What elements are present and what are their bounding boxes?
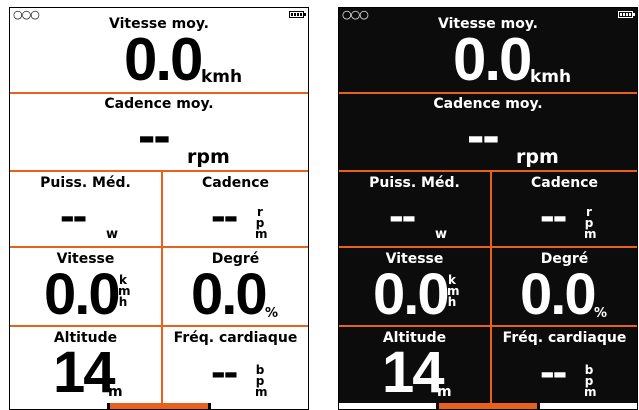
- altitude-unit: m: [437, 384, 452, 400]
- grade-unit: %: [265, 306, 279, 321]
- device-screen-light: ○○○ Vitesse moy. 0.0 kmh Cadence moy. --…: [9, 7, 309, 410]
- avg-cadence-unit: rpm: [516, 146, 559, 168]
- divider: [161, 170, 163, 404]
- avg-cadence-value: --: [138, 107, 171, 165]
- page-indicator-segment[interactable]: [210, 403, 308, 409]
- divider: [10, 246, 308, 248]
- divider: [339, 92, 637, 94]
- cadence-label: Cadence: [531, 175, 598, 191]
- avg-cadence-unit: rpm: [187, 146, 230, 168]
- altitude-value: 14: [382, 340, 444, 405]
- divider: [339, 325, 637, 327]
- page-indicator: [10, 403, 308, 409]
- cadence-unit: rpm: [255, 205, 268, 241]
- avg-power-unit: w: [435, 227, 448, 242]
- page-indicator-segment-active[interactable]: [110, 403, 208, 409]
- avg-speed-value: 0.0: [124, 26, 203, 93]
- heart-rate-value: --: [211, 347, 238, 396]
- cadence-value: --: [211, 191, 238, 240]
- divider: [339, 170, 637, 172]
- device-screen-dark: ○○○ Vitesse moy. 0.0 kmh Cadence moy. --…: [338, 7, 638, 410]
- heart-rate-value: --: [540, 347, 567, 396]
- avg-power-label: Puiss. Méd.: [369, 175, 460, 191]
- speed-value: 0.0: [373, 262, 450, 327]
- avg-speed-value: 0.0: [453, 26, 532, 93]
- avg-power-unit: w: [106, 227, 119, 242]
- divider: [10, 92, 308, 94]
- avg-cadence-value: --: [467, 107, 500, 165]
- page-indicator-segment[interactable]: [339, 403, 437, 409]
- speed-unit: kmh: [447, 273, 460, 309]
- speed-value: 0.0: [44, 262, 121, 327]
- cadence-unit: rpm: [584, 205, 597, 241]
- avg-power-value: --: [60, 191, 87, 240]
- avg-power-label: Puiss. Méd.: [40, 175, 131, 191]
- speed-unit: kmh: [118, 273, 131, 309]
- divider: [339, 246, 637, 248]
- grade-value: 0.0: [191, 262, 268, 327]
- avg-power-value: --: [389, 191, 416, 240]
- page-indicator-segment[interactable]: [10, 403, 108, 409]
- heart-rate-unit: bpm: [255, 363, 268, 399]
- cadence-value: --: [540, 191, 567, 240]
- divider: [10, 325, 308, 327]
- heart-rate-label: Fréq. cardiaque: [502, 330, 627, 346]
- altitude-unit: m: [108, 384, 123, 400]
- divider: [10, 170, 308, 172]
- grade-unit: %: [594, 306, 608, 321]
- divider: [490, 170, 492, 404]
- page-indicator-segment-active[interactable]: [439, 403, 537, 409]
- page-indicator: [339, 403, 637, 409]
- grade-value: 0.0: [520, 262, 597, 327]
- avg-speed-unit: kmh: [530, 67, 572, 87]
- cadence-label: Cadence: [202, 175, 269, 191]
- page-indicator-segment[interactable]: [539, 403, 637, 409]
- heart-rate-unit: bpm: [584, 363, 597, 399]
- avg-speed-unit: kmh: [201, 67, 243, 87]
- altitude-value: 14: [53, 340, 115, 405]
- heart-rate-label: Fréq. cardiaque: [173, 330, 298, 346]
